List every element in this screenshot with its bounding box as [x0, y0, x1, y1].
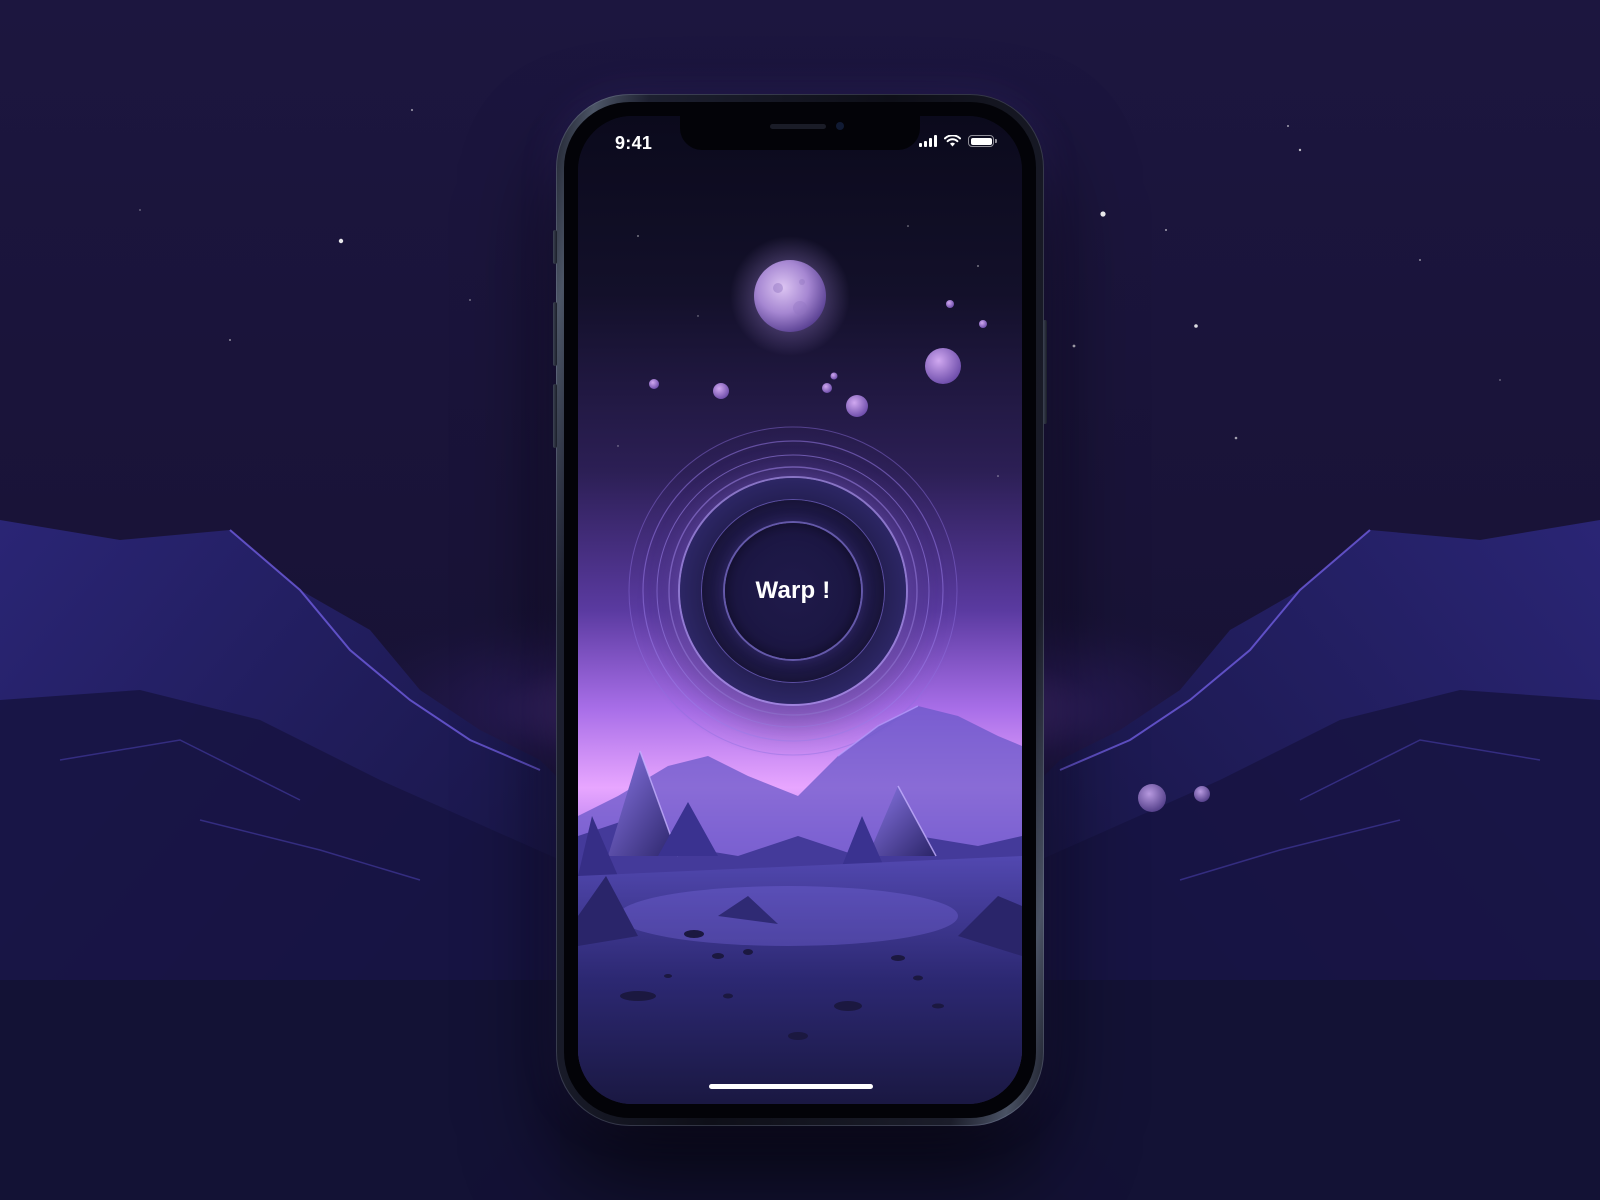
notch [680, 116, 920, 150]
front-camera [836, 122, 844, 130]
signal-bars-icon [919, 135, 937, 147]
showcase-stage: 9:41 Warp ! [0, 0, 1600, 1200]
warp-button-label: Warp ! [755, 577, 831, 604]
phone-screen: 9:41 Warp ! [578, 116, 1022, 1104]
status-icons [919, 135, 997, 147]
notch-speaker [770, 124, 826, 129]
battery-fill [970, 137, 992, 145]
battery-icon [968, 135, 997, 147]
volume-up-button [553, 302, 557, 366]
power-button [1043, 320, 1047, 424]
status-time: 9:41 [615, 133, 653, 153]
silent-switch [553, 230, 557, 264]
home-indicator[interactable] [709, 1084, 873, 1089]
volume-down-button [553, 384, 557, 448]
wifi-icon [944, 135, 961, 147]
phone-mockup: 9:41 Warp ! [553, 94, 1047, 1126]
warp-button[interactable]: Warp ! [680, 478, 906, 704]
battery-cap [995, 139, 997, 143]
status-bar: 9:41 [578, 116, 1022, 162]
